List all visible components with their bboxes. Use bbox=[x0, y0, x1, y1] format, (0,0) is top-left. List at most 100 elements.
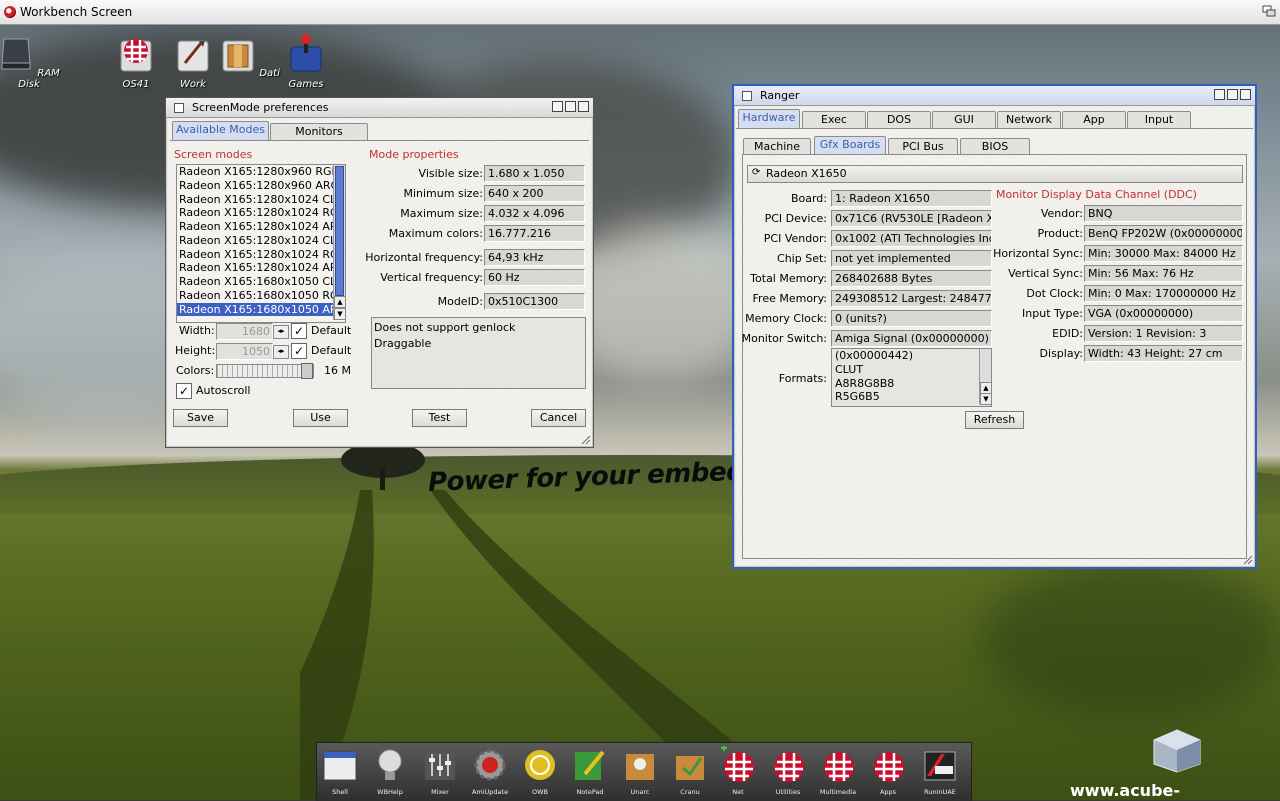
cycle-icon: ⟳ bbox=[752, 167, 761, 178]
dock-label: AmiUpdate bbox=[471, 788, 509, 796]
scrollbar-knob[interactable] bbox=[335, 166, 344, 296]
height-field[interactable]: 1050 bbox=[216, 343, 273, 360]
dock-item-notepad[interactable]: NotePad bbox=[567, 746, 613, 796]
vendor-value: BNQ bbox=[1084, 205, 1243, 222]
pci-device-value: 0x71C6 (RV530LE [Radeon X bbox=[831, 210, 992, 227]
subtab-bios[interactable]: BIOS bbox=[960, 138, 1030, 155]
monitor-switch-value: Amiga Signal (0x00000000) bbox=[831, 330, 992, 347]
height-default-checkbox[interactable]: ✓ bbox=[291, 343, 307, 359]
width-field[interactable]: 1680 bbox=[216, 323, 273, 340]
colors-slider-knob[interactable] bbox=[301, 363, 313, 379]
modes-scrollbar[interactable]: ▲ ▼ bbox=[333, 165, 345, 320]
dock-item-net[interactable]: Net bbox=[715, 745, 761, 796]
tab-exec[interactable]: Exec bbox=[802, 111, 866, 128]
screen-title-bar: Workbench Screen bbox=[0, 0, 1280, 25]
list-item[interactable]: Radeon X165:1280x1024 RG bbox=[177, 206, 345, 220]
test-button[interactable]: Test bbox=[412, 409, 467, 427]
list-item[interactable]: Radeon X165:1280x1024 AR bbox=[177, 261, 345, 275]
formats-scrollbar[interactable]: ▲ ▼ bbox=[979, 349, 991, 405]
dock-item-shell[interactable]: Shell bbox=[317, 746, 363, 796]
use-button[interactable]: Use bbox=[293, 409, 348, 427]
games-drive[interactable]: Games bbox=[274, 33, 338, 90]
tab-app[interactable]: App bbox=[1062, 111, 1126, 128]
vertical-frequency-value: 60 Hz bbox=[484, 269, 585, 286]
formats-list[interactable]: (0x00000442) CLUT A8R8G8B8 R5G6B5 ▲ ▼ bbox=[831, 348, 992, 407]
tab-gui[interactable]: GUI bbox=[932, 111, 996, 128]
tab-network[interactable]: Network bbox=[997, 111, 1061, 128]
autoscroll-checkbox[interactable]: ✓ bbox=[176, 383, 192, 399]
save-button[interactable]: Save bbox=[173, 409, 228, 427]
list-item-selected[interactable]: Radeon X165:1680x1050 AR bbox=[177, 302, 345, 317]
boing-ball-icon bbox=[774, 752, 804, 782]
ram-disk-drive[interactable]: RAM Disk bbox=[0, 33, 61, 90]
dati-drive[interactable]: Dati bbox=[218, 33, 282, 79]
board-cycle-button[interactable]: ⟳ Radeon X1650 bbox=[747, 165, 1243, 183]
list-item[interactable]: Radeon X165:1280x960 RGB bbox=[177, 165, 345, 179]
ranger-title-bar[interactable]: Ranger bbox=[734, 86, 1255, 106]
mode-note: Does not support genlock bbox=[374, 321, 516, 334]
tab-monitors[interactable]: Monitors bbox=[270, 123, 368, 140]
tab-input[interactable]: Input bbox=[1127, 111, 1191, 128]
list-item[interactable]: Radeon X165:1680x1050 CLU bbox=[177, 275, 345, 289]
vertical-sync-value: Min: 56 Max: 76 Hz bbox=[1084, 265, 1243, 282]
close-gadget-icon[interactable] bbox=[174, 102, 184, 113]
dock-item-amiupdate[interactable]: AmiUpdate bbox=[467, 746, 513, 796]
dock-item-owb[interactable]: OWB bbox=[517, 746, 563, 796]
total-memory-label: Total Memory: bbox=[750, 272, 827, 285]
iconify-gadget-icon[interactable] bbox=[1214, 89, 1225, 100]
os41-drive[interactable]: OS41 bbox=[104, 33, 168, 90]
list-item[interactable]: Radeon X165:1280x1024 AR bbox=[177, 220, 345, 234]
product-label: Product: bbox=[1037, 227, 1083, 240]
scroll-down-icon[interactable]: ▼ bbox=[980, 393, 991, 405]
tab-available-modes[interactable]: Available Modes bbox=[172, 121, 269, 140]
screenmode-title-bar[interactable]: ScreenMode preferences bbox=[166, 98, 593, 118]
resize-grip-icon[interactable] bbox=[581, 435, 591, 445]
dock-item-unarc[interactable]: Unarc bbox=[617, 746, 663, 796]
cancel-button[interactable]: Cancel bbox=[531, 409, 586, 427]
height-stepper-icon[interactable]: ◂▸ bbox=[273, 345, 289, 359]
dock-item-runinuae[interactable]: RunInUAE bbox=[917, 746, 963, 796]
list-item[interactable]: Radeon X165:1280x1024 RG bbox=[177, 248, 345, 262]
zoom-gadget-icon[interactable] bbox=[565, 101, 576, 112]
boing-ball-icon bbox=[824, 752, 854, 782]
scroll-up-icon[interactable]: ▲ bbox=[334, 296, 345, 308]
height-label: Height: bbox=[175, 344, 216, 357]
screen-modes-list[interactable]: Radeon X165:1280x960 RGB Radeon X165:128… bbox=[176, 164, 346, 323]
tab-dos[interactable]: DOS bbox=[867, 111, 931, 128]
screen-depth-icon[interactable] bbox=[1262, 5, 1276, 17]
close-gadget-icon[interactable] bbox=[742, 90, 752, 101]
dock-item-mixer[interactable]: Mixer bbox=[417, 746, 463, 796]
iconify-gadget-icon[interactable] bbox=[552, 101, 563, 112]
work-drive[interactable]: Work bbox=[161, 33, 225, 90]
dock-item-apps[interactable]: Apps bbox=[865, 746, 911, 796]
zoom-gadget-icon[interactable] bbox=[1227, 89, 1238, 100]
pci-device-label: PCI Device: bbox=[764, 212, 827, 225]
depth-gadget-icon[interactable] bbox=[578, 101, 589, 112]
refresh-button[interactable]: Refresh bbox=[965, 411, 1024, 429]
resize-grip-icon[interactable] bbox=[1243, 555, 1253, 565]
width-stepper-icon[interactable]: ◂▸ bbox=[273, 325, 289, 339]
dock-item-cranu[interactable]: Cranu bbox=[667, 746, 713, 796]
board-label: Board: bbox=[790, 192, 827, 205]
subtab-gfx-boards[interactable]: Gfx Boards bbox=[814, 136, 886, 155]
dock-item-wbhelp[interactable]: WBHelp bbox=[367, 746, 413, 796]
list-item: (0x00000442) bbox=[835, 349, 914, 362]
width-default-checkbox[interactable]: ✓ bbox=[291, 323, 307, 339]
list-item[interactable]: Radeon X165:1280x1024 CLU bbox=[177, 234, 345, 248]
amiga-boing-logo-icon[interactable] bbox=[4, 6, 16, 18]
tab-hardware[interactable]: Hardware bbox=[738, 109, 800, 128]
visible-size-value: 1.680 x 1.050 bbox=[484, 165, 585, 182]
subtab-pci-bus[interactable]: PCI Bus bbox=[888, 138, 958, 155]
list-item[interactable]: Radeon X165:1280x1024 CLU bbox=[177, 193, 345, 207]
dock-label: Cranu bbox=[680, 788, 700, 796]
scroll-down-icon[interactable]: ▼ bbox=[334, 308, 345, 320]
subtab-machine[interactable]: Machine bbox=[743, 138, 811, 155]
list-item[interactable]: Radeon X165:1680x1050 RG bbox=[177, 289, 345, 303]
dock-item-utilities[interactable]: Utilities bbox=[765, 746, 811, 796]
list-item[interactable]: Radeon X165:1280x960 ARG bbox=[177, 179, 345, 193]
dock-item-multimedia[interactable]: Multimedia bbox=[815, 746, 861, 796]
pci-vendor-value: 0x1002 (ATI Technologies Inc bbox=[831, 230, 992, 247]
depth-gadget-icon[interactable] bbox=[1240, 89, 1251, 100]
colors-slider[interactable] bbox=[216, 363, 314, 379]
board-value: 1: Radeon X1650 bbox=[831, 190, 992, 207]
